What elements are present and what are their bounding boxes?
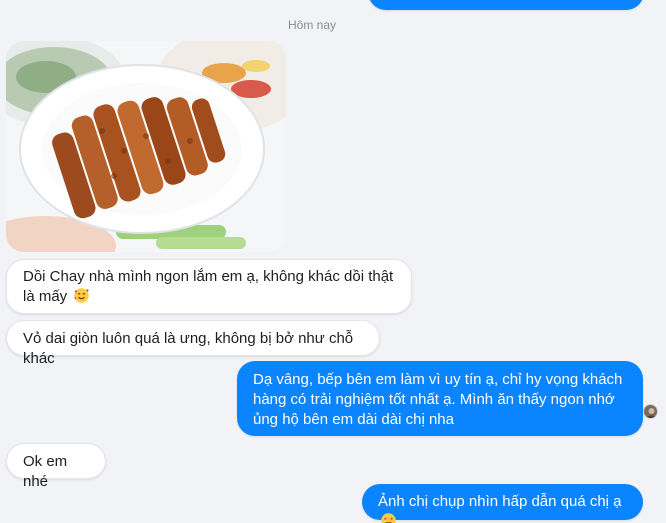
date-separator: Hôm nay (287, 18, 337, 32)
message-text: Ảnh chị chụp nhìn hấp dẫn quá chị ạ (378, 493, 622, 510)
smiling-face-with-hearts-icon (74, 288, 90, 303)
food-photo (6, 41, 286, 252)
previous-outgoing-message[interactable] (368, 0, 644, 10)
outgoing-message[interactable]: Ảnh chị chụp nhìn hấp dẫn quá chị ạ (362, 484, 643, 523)
smiling-face-with-heart-eyes-icon (381, 513, 396, 523)
incoming-message[interactable]: Ok em nhé (6, 443, 106, 490)
incoming-message[interactable]: Dồi Chay nhà mình ngon lắm em ạ, không k… (6, 259, 412, 314)
avatar-image (644, 405, 657, 418)
food-photo-message[interactable] (6, 41, 286, 252)
incoming-message[interactable]: Vỏ dai giòn luôn quá là ưng, không bị bở… (6, 320, 380, 367)
outgoing-message[interactable]: Dạ vâng, bếp bên em làm vì uy tín ạ, chỉ… (237, 361, 643, 436)
avatar[interactable] (643, 404, 658, 419)
message-text: Ok em nhé (23, 453, 68, 490)
message-text: Dạ vâng, bếp bên em làm vì uy tín ạ, chỉ… (253, 371, 623, 428)
